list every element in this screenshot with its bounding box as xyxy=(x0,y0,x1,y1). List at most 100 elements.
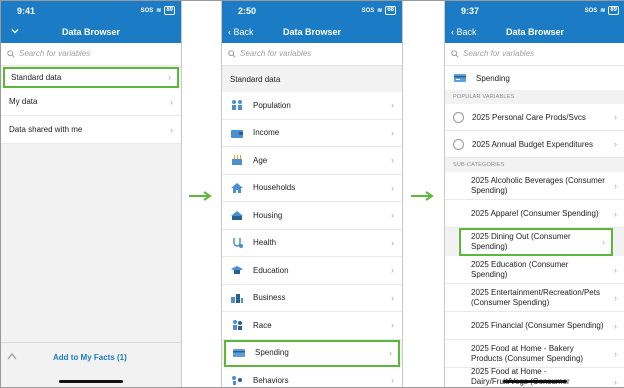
sub-category-label: 2025 Alcoholic Beverages (Consumer Spend… xyxy=(471,175,605,195)
list-item-data-shared-with-me[interactable]: Data shared with me › xyxy=(1,116,181,144)
list-item-label: Standard data xyxy=(11,72,62,82)
status-time: 2:50 xyxy=(238,6,257,16)
list-item-label: Data shared with me xyxy=(9,125,83,134)
category-item-households[interactable]: Households › xyxy=(222,174,402,202)
sub-category-item[interactable]: 2025 Food at Home - Bakery Products (Con… xyxy=(445,340,624,368)
screenshot-frame: 9:41 SOS ≋ 89 Data Browser Search for va… xyxy=(0,0,624,388)
category-item-housing[interactable]: Housing › xyxy=(222,202,402,230)
sub-category-item[interactable]: 2025 Food at Home - Dairy/Fruit/Vegs (Co… xyxy=(445,367,624,387)
chevron-right-icon: › xyxy=(614,348,617,359)
category-item-income[interactable]: Income › xyxy=(222,119,402,147)
sub-category-label: 2025 Financial (Consumer Spending) xyxy=(471,320,604,330)
chevron-right-icon: › xyxy=(391,210,394,221)
category-label: Business xyxy=(253,293,286,303)
chevron-right-icon: › xyxy=(389,347,392,358)
phone-screen-data-browser-root: 9:41 SOS ≋ 89 Data Browser Search for va… xyxy=(1,1,182,387)
list-item-standard-data[interactable]: Standard data › xyxy=(3,67,179,88)
sub-category-item[interactable]: 2025 Financial (Consumer Spending) › xyxy=(445,312,624,340)
search-input[interactable]: Search for variables xyxy=(222,43,402,66)
category-list: Population › Income › Age › Households › Housing… xyxy=(222,92,402,387)
chevron-right-icon: › xyxy=(391,375,394,386)
arrow-right-icon xyxy=(411,191,434,201)
sos-indicator: SOS xyxy=(140,7,154,14)
category-item-age[interactable]: Age › xyxy=(222,147,402,175)
add-to-my-facts-button[interactable]: Add to My Facts (1) xyxy=(53,353,127,362)
home-indicator xyxy=(59,380,123,383)
chevron-right-icon: › xyxy=(614,264,617,275)
chevron-right-icon: › xyxy=(614,376,617,387)
header-bar: 2:50 SOS ≋ 68 ‹ Back Data Browser xyxy=(222,1,402,43)
housing-icon xyxy=(231,211,243,221)
wifi-icon: ≋ xyxy=(377,8,383,14)
sub-category-item[interactable]: 2025 Dining Out (Consumer Spending) › xyxy=(459,228,613,256)
search-input[interactable]: Search for variables xyxy=(1,43,181,66)
category-item-race[interactable]: Race › xyxy=(222,312,402,340)
sub-categories-list: 2025 Alcoholic Beverages (Consumer Spend… xyxy=(445,172,624,387)
chevron-right-icon: › xyxy=(391,320,394,331)
radio-button[interactable] xyxy=(453,111,464,123)
search-icon xyxy=(451,50,459,58)
list-item-label: My data xyxy=(9,97,38,106)
search-input[interactable]: Search for variables xyxy=(445,43,624,66)
category-label: Housing xyxy=(253,210,283,220)
category-item-spending[interactable]: Spending › xyxy=(224,339,400,367)
phone-screen-spending: 9:37 SOS ≋ 89 ‹ Back Data Browser Search… xyxy=(444,1,624,387)
chevron-right-icon: › xyxy=(168,72,171,82)
page-title: Data Browser xyxy=(61,27,121,37)
popular-variable-item[interactable]: 2025 Personal Care Prods/Svcs › xyxy=(445,104,624,131)
home-indicator xyxy=(503,380,567,383)
sos-indicator: SOS xyxy=(361,7,375,14)
sub-category-item[interactable]: 2025 Apparel (Consumer Spending) › xyxy=(445,200,624,228)
list-item-my-data[interactable]: My data › xyxy=(1,88,181,116)
wifi-icon: ≋ xyxy=(156,8,162,14)
category-label: Income xyxy=(253,128,280,138)
category-title: Spending xyxy=(476,73,510,83)
category-item-health[interactable]: Health › xyxy=(222,229,402,257)
category-item-behaviors[interactable]: Behaviors › xyxy=(222,367,402,387)
sub-category-label: 2025 Food at Home - Bakery Products (Con… xyxy=(471,343,584,363)
chevron-right-icon: › xyxy=(391,155,394,166)
sub-category-label: 2025 Apparel (Consumer Spending) xyxy=(471,208,599,218)
business-icon xyxy=(231,293,243,303)
sub-category-label: 2025 Dining Out (Consumer Spending) xyxy=(471,231,571,251)
chevron-right-icon: › xyxy=(614,292,617,303)
status-bar: 2:50 SOS ≋ 68 xyxy=(222,5,402,19)
race-icon xyxy=(233,320,242,331)
category-item-business[interactable]: Business › xyxy=(222,284,402,312)
chevron-right-icon: › xyxy=(391,100,394,111)
header-bar: 9:37 SOS ≋ 89 ‹ Back Data Browser xyxy=(445,1,624,43)
category-label: Behaviors xyxy=(253,375,289,385)
battery-icon: 89 xyxy=(608,6,619,15)
spending-icon xyxy=(454,74,466,82)
chevron-right-icon: › xyxy=(391,127,394,138)
popular-variables-list: 2025 Personal Care Prods/Svcs › 2025 Annua… xyxy=(445,104,624,158)
category-item-education[interactable]: Education › xyxy=(222,257,402,285)
chevron-right-icon: › xyxy=(614,320,617,331)
chevron-up-icon[interactable] xyxy=(7,352,17,360)
age-icon xyxy=(232,155,242,166)
sub-category-label: 2025 Education (Consumer Spending) xyxy=(471,259,569,279)
status-time: 9:41 xyxy=(17,6,36,16)
page-title: Data Browser xyxy=(282,27,342,37)
sub-category-item[interactable]: 2025 Alcoholic Beverages (Consumer Spend… xyxy=(445,172,624,200)
radio-button[interactable] xyxy=(453,138,464,150)
category-item-population[interactable]: Population › xyxy=(222,92,402,120)
category-label: Age xyxy=(253,155,268,165)
category-label: Race xyxy=(253,320,272,330)
category-label: Spending xyxy=(255,348,289,358)
footer-bar: Add to My Facts (1) xyxy=(1,342,181,387)
sub-category-item[interactable]: 2025 Education (Consumer Spending) › xyxy=(445,256,624,284)
chevron-right-icon: › xyxy=(391,182,394,193)
section-title: Standard data xyxy=(222,66,402,92)
households-icon xyxy=(231,182,243,193)
category-label: Households xyxy=(253,183,296,193)
sub-category-item[interactable]: 2025 Entertainment/Recreation/Pets (Cons… xyxy=(445,284,624,312)
sub-categories-label: SUB-CATEGORIES xyxy=(445,158,624,172)
wifi-icon: ≋ xyxy=(600,8,606,14)
chevron-right-icon: › xyxy=(614,180,617,191)
health-icon xyxy=(233,237,243,248)
popular-variable-item[interactable]: 2025 Annual Budget Expenditures › xyxy=(445,131,624,158)
category-label: Health xyxy=(253,238,277,248)
search-placeholder: Search for variables xyxy=(240,49,312,58)
chevron-right-icon: › xyxy=(170,96,173,107)
